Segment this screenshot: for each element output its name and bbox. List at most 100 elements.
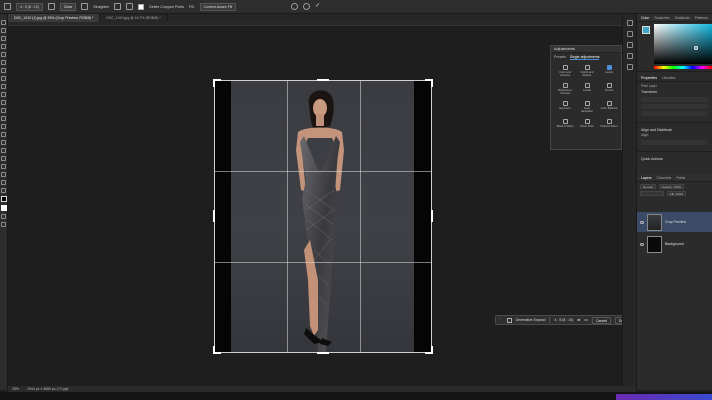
transform-width-height-row[interactable] [641,97,708,102]
move-tool-icon[interactable] [1,20,6,25]
cancel-icon[interactable] [303,3,311,10]
tab-swatches[interactable]: Swatches [654,14,669,21]
opacity-field[interactable]: Opacity: 100% [658,184,685,189]
crop-handle-top-right[interactable] [431,79,433,87]
eyedropper-tool-icon[interactable] [1,68,6,73]
tab-gradients[interactable]: Gradients [675,14,690,21]
layer-name[interactable]: Crop Preview [665,220,686,224]
adjustment-curves[interactable]: Curves [600,83,618,98]
tab-color[interactable]: Color [641,14,649,21]
rectangle-tool-icon[interactable] [1,164,6,169]
straighten-icon[interactable] [81,3,89,10]
tab-document-2[interactable]: DSC_1410.jpg @ 16.7% (RGB/8) * [100,14,168,22]
transform-x-y-row[interactable] [641,104,708,109]
settings-gear-icon[interactable] [126,3,134,10]
crop-handle-bottom-left[interactable] [213,346,215,354]
brush-tool-icon[interactable] [1,84,6,89]
adjustment-levels[interactable]: Levels [600,65,618,80]
drag-handle-icon[interactable]: ⋮ [499,318,503,322]
crop-box[interactable] [214,80,432,353]
hue-slider[interactable] [654,66,712,69]
tab-presets[interactable]: Presets [554,55,566,60]
lasso-tool-icon[interactable] [1,36,6,41]
foreground-color-swatch[interactable] [0,196,7,202]
adjustment-clarity-dehaze[interactable]: Clarity and dehaze [578,65,596,80]
quick-actions-heading[interactable]: Quick Actions [641,156,708,162]
crop-handle-top-left[interactable] [213,79,215,87]
quick-mask-icon[interactable] [1,214,6,219]
blur-tool-icon[interactable] [1,124,6,129]
generative-expand-button[interactable]: Generative Expand [516,318,546,322]
brush-settings-icon[interactable] [626,53,633,59]
grid-overlay-icon[interactable] [114,3,122,10]
ratio-select[interactable]: 4 : 5 (8 : 10) [16,2,43,11]
marquee-tool-icon[interactable] [1,28,6,33]
properties-icon[interactable] [626,42,633,48]
crop-handle-top[interactable] [317,79,329,81]
history-brush-tool-icon[interactable] [1,100,6,105]
layer-row[interactable]: Background [637,234,712,254]
screen-mode-icon[interactable] [1,222,6,227]
crop-tool-icon[interactable] [4,3,11,10]
cancel-button[interactable]: Cancel [591,316,611,324]
crop-handle-right[interactable] [431,210,433,222]
tab-document-1[interactable]: DSC_1410 (1).jpg @ 25% (Crop Preview, RG… [8,14,101,22]
adjustment-color-balance[interactable]: Color Balance [600,101,618,116]
transform-heading[interactable]: Transform [641,89,708,95]
object-select-tool-icon[interactable] [1,44,6,49]
straighten-label[interactable]: Straighten [93,5,109,9]
color-field[interactable] [654,24,712,64]
tab-patterns[interactable]: Patterns [695,14,708,21]
tab-layers[interactable]: Layers [641,174,652,181]
adjustment-brightness-contrast[interactable]: Brightness/ Contrast [556,83,574,98]
type-tool-icon[interactable] [1,148,6,153]
layer-row[interactable]: Crop Preview [637,212,712,232]
tab-channels[interactable]: Channels [657,174,672,181]
path-select-tool-icon[interactable] [1,156,6,161]
crop-handle-left[interactable] [213,210,215,222]
visibility-eye-icon[interactable] [640,242,644,246]
crop-handle-bottom-right[interactable] [431,346,433,354]
adjustment-black-white[interactable]: Black & White [556,119,574,134]
transform-angle-row[interactable] [641,111,708,116]
tab-single-adjustments[interactable]: Single adjustments [569,55,600,60]
adjustment-hue-saturation[interactable]: Hue/ Saturation [578,101,596,116]
pen-tool-icon[interactable] [1,140,6,145]
clear-button[interactable]: Clear [59,2,77,11]
hand-tool-icon[interactable] [1,172,6,177]
more-options-button[interactable]: ••• [584,318,588,322]
foreground-color-chip[interactable] [642,26,650,34]
tab-libraries[interactable]: Libraries [662,74,675,81]
tab-paths[interactable]: Paths [676,174,685,181]
adjustments-icon[interactable] [626,31,633,37]
blend-mode-select[interactable]: Normal [640,184,656,189]
tab-properties[interactable]: Properties [641,74,657,81]
align-buttons-row[interactable] [641,140,708,145]
lock-buttons[interactable] [640,191,664,196]
history-icon[interactable] [626,20,633,26]
character-icon[interactable] [626,64,633,70]
fill-field[interactable]: Fill: 100% [667,191,687,196]
adjustment-levels-2[interactable]: Levels [578,83,596,98]
zoom-tool-icon[interactable] [1,180,6,185]
reset-icon[interactable] [291,3,299,10]
dodge-tool-icon[interactable] [1,132,6,137]
adjustment-photo-filter[interactable]: Photo Filter [578,119,596,134]
visibility-eye-icon[interactable] [640,220,644,224]
crop-tool-icon[interactable] [1,52,6,57]
swap-icon[interactable]: ⇄ [577,318,580,322]
crop-handle-bottom[interactable] [317,352,329,354]
adjustment-exposure[interactable]: Exposure [556,101,574,116]
eraser-tool-icon[interactable] [1,108,6,113]
delete-cropped-checkbox[interactable] [138,3,145,10]
layer-name[interactable]: Background [665,242,684,246]
gradient-tool-icon[interactable] [1,116,6,121]
ratio-select[interactable]: 4 : 5 (8 : 10) [554,318,573,322]
swap-icon[interactable] [47,3,55,10]
frame-tool-icon[interactable] [1,60,6,65]
more-tools-icon[interactable] [1,188,6,193]
color-picker-cursor[interactable] [694,46,698,50]
adjustment-color-vibrance[interactable]: Color and vibrance [556,65,574,80]
healing-brush-tool-icon[interactable] [1,76,6,81]
commit-check-icon[interactable]: ✓ [315,3,322,10]
